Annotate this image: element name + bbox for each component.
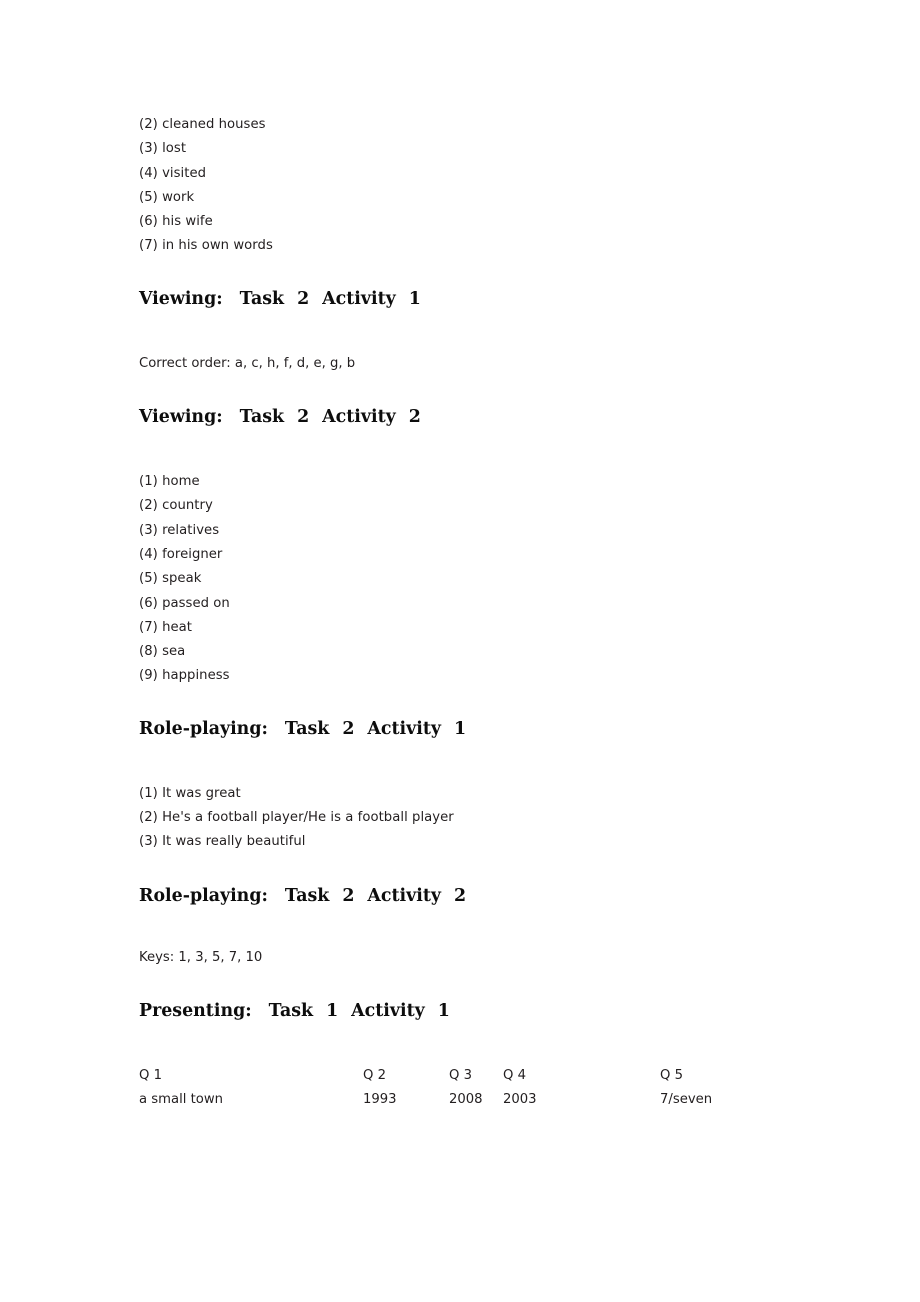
heading-activity-word: Activity: [367, 885, 441, 906]
keys-text: Keys: 1, 3, 5, 7, 10: [139, 949, 263, 965]
presenting-answer-table: Q 1 Q 2 Q 3 Q 4 Q 5 a small town 1993 20…: [139, 1064, 839, 1114]
list-item: (6) his wife: [139, 214, 213, 230]
document-page: (2) cleaned houses (3) lost (4) visited …: [0, 0, 920, 1302]
table-cell: a small town: [139, 1091, 223, 1107]
correct-order-text: Correct order: a, c, h, f, d, e, g, b: [139, 355, 356, 371]
table-cell: 2008: [449, 1091, 483, 1107]
heading-task-word: Task: [284, 885, 330, 906]
list-item: (8) sea: [139, 644, 186, 660]
heading-viewing-task2-activity1: Viewing: Task 2 Activity 1: [139, 288, 839, 310]
heading-task-number: 1: [326, 1000, 339, 1021]
heading-activity-word: Activity: [351, 1000, 425, 1021]
list-item: (1) It was great: [139, 785, 241, 801]
heading-label: Presenting:: [139, 1000, 252, 1021]
list-item: (7) heat: [139, 619, 192, 635]
heading-activity-word: Activity: [322, 407, 396, 428]
list-item: (2) cleaned houses: [139, 117, 266, 132]
heading-task-number: 2: [297, 288, 310, 309]
list-item: (4) visited: [139, 165, 207, 181]
answer-list-listening: (2) cleaned houses (3) lost (4) visited …: [139, 113, 839, 259]
heading-viewing-task2-activity2: Viewing: Task 2 Activity 2: [139, 406, 839, 428]
heading-label: Viewing:: [139, 407, 223, 428]
heading-label: Viewing:: [139, 288, 223, 309]
heading-activity-number: 2: [408, 407, 421, 428]
list-item: (7) in his own words: [139, 238, 273, 254]
heading-task-number: 2: [342, 885, 355, 906]
heading-task-word: Task: [239, 407, 285, 428]
list-item: (2) He's a football player/He is a footb…: [139, 810, 454, 826]
list-item: (9) happiness: [139, 668, 230, 684]
table-header-cell: Q 4: [503, 1067, 526, 1083]
heading-task-number: 2: [342, 718, 355, 739]
heading-task-word: Task: [239, 288, 285, 309]
page-content: (2) cleaned houses (3) lost (4) visited …: [139, 113, 839, 1114]
table-cell: 7/seven: [660, 1091, 713, 1107]
heading-activity-number: 2: [454, 885, 467, 906]
heading-presenting-task1-activity1: Presenting: Task 1 Activity 1: [139, 1000, 839, 1022]
heading-activity-number: 1: [408, 288, 421, 309]
answer-list-roleplaying-task2-activity1: (1) It was great (2) He's a football pla…: [139, 782, 839, 855]
heading-activity-word: Activity: [367, 718, 441, 739]
table-header-cell: Q 5: [660, 1067, 683, 1083]
heading-label: Role-playing:: [139, 718, 268, 739]
list-item: (3) It was really beautiful: [139, 834, 306, 850]
answer-list-viewing-task2-activity2: (1) home (2) country (3) relatives (4) f…: [139, 470, 839, 689]
list-item: (5) work: [139, 189, 195, 205]
heading-task-word: Task: [268, 1000, 314, 1021]
list-item: (1) home: [139, 474, 200, 490]
table-cell: 2003: [503, 1091, 537, 1107]
table-header-cell: Q 1: [139, 1067, 162, 1083]
table-cell: 1993: [363, 1091, 397, 1107]
heading-activity-number: 1: [454, 718, 467, 739]
heading-label: Role-playing:: [139, 885, 268, 906]
heading-task-number: 2: [297, 407, 310, 428]
heading-roleplaying-task2-activity2: Role-playing: Task 2 Activity 2: [139, 885, 839, 907]
table-header-cell: Q 3: [449, 1067, 472, 1083]
heading-activity-number: 1: [437, 1000, 450, 1021]
list-item: (6) passed on: [139, 595, 230, 611]
heading-activity-word: Activity: [322, 288, 396, 309]
list-item: (5) speak: [139, 571, 202, 587]
table-header-cell: Q 2: [363, 1067, 386, 1083]
list-item: (2) country: [139, 498, 213, 514]
list-item: (4) foreigner: [139, 546, 223, 562]
list-item: (3) relatives: [139, 522, 220, 538]
heading-task-word: Task: [284, 718, 330, 739]
heading-roleplaying-task2-activity1: Role-playing: Task 2 Activity 1: [139, 718, 839, 740]
list-item: (3) lost: [139, 141, 187, 157]
